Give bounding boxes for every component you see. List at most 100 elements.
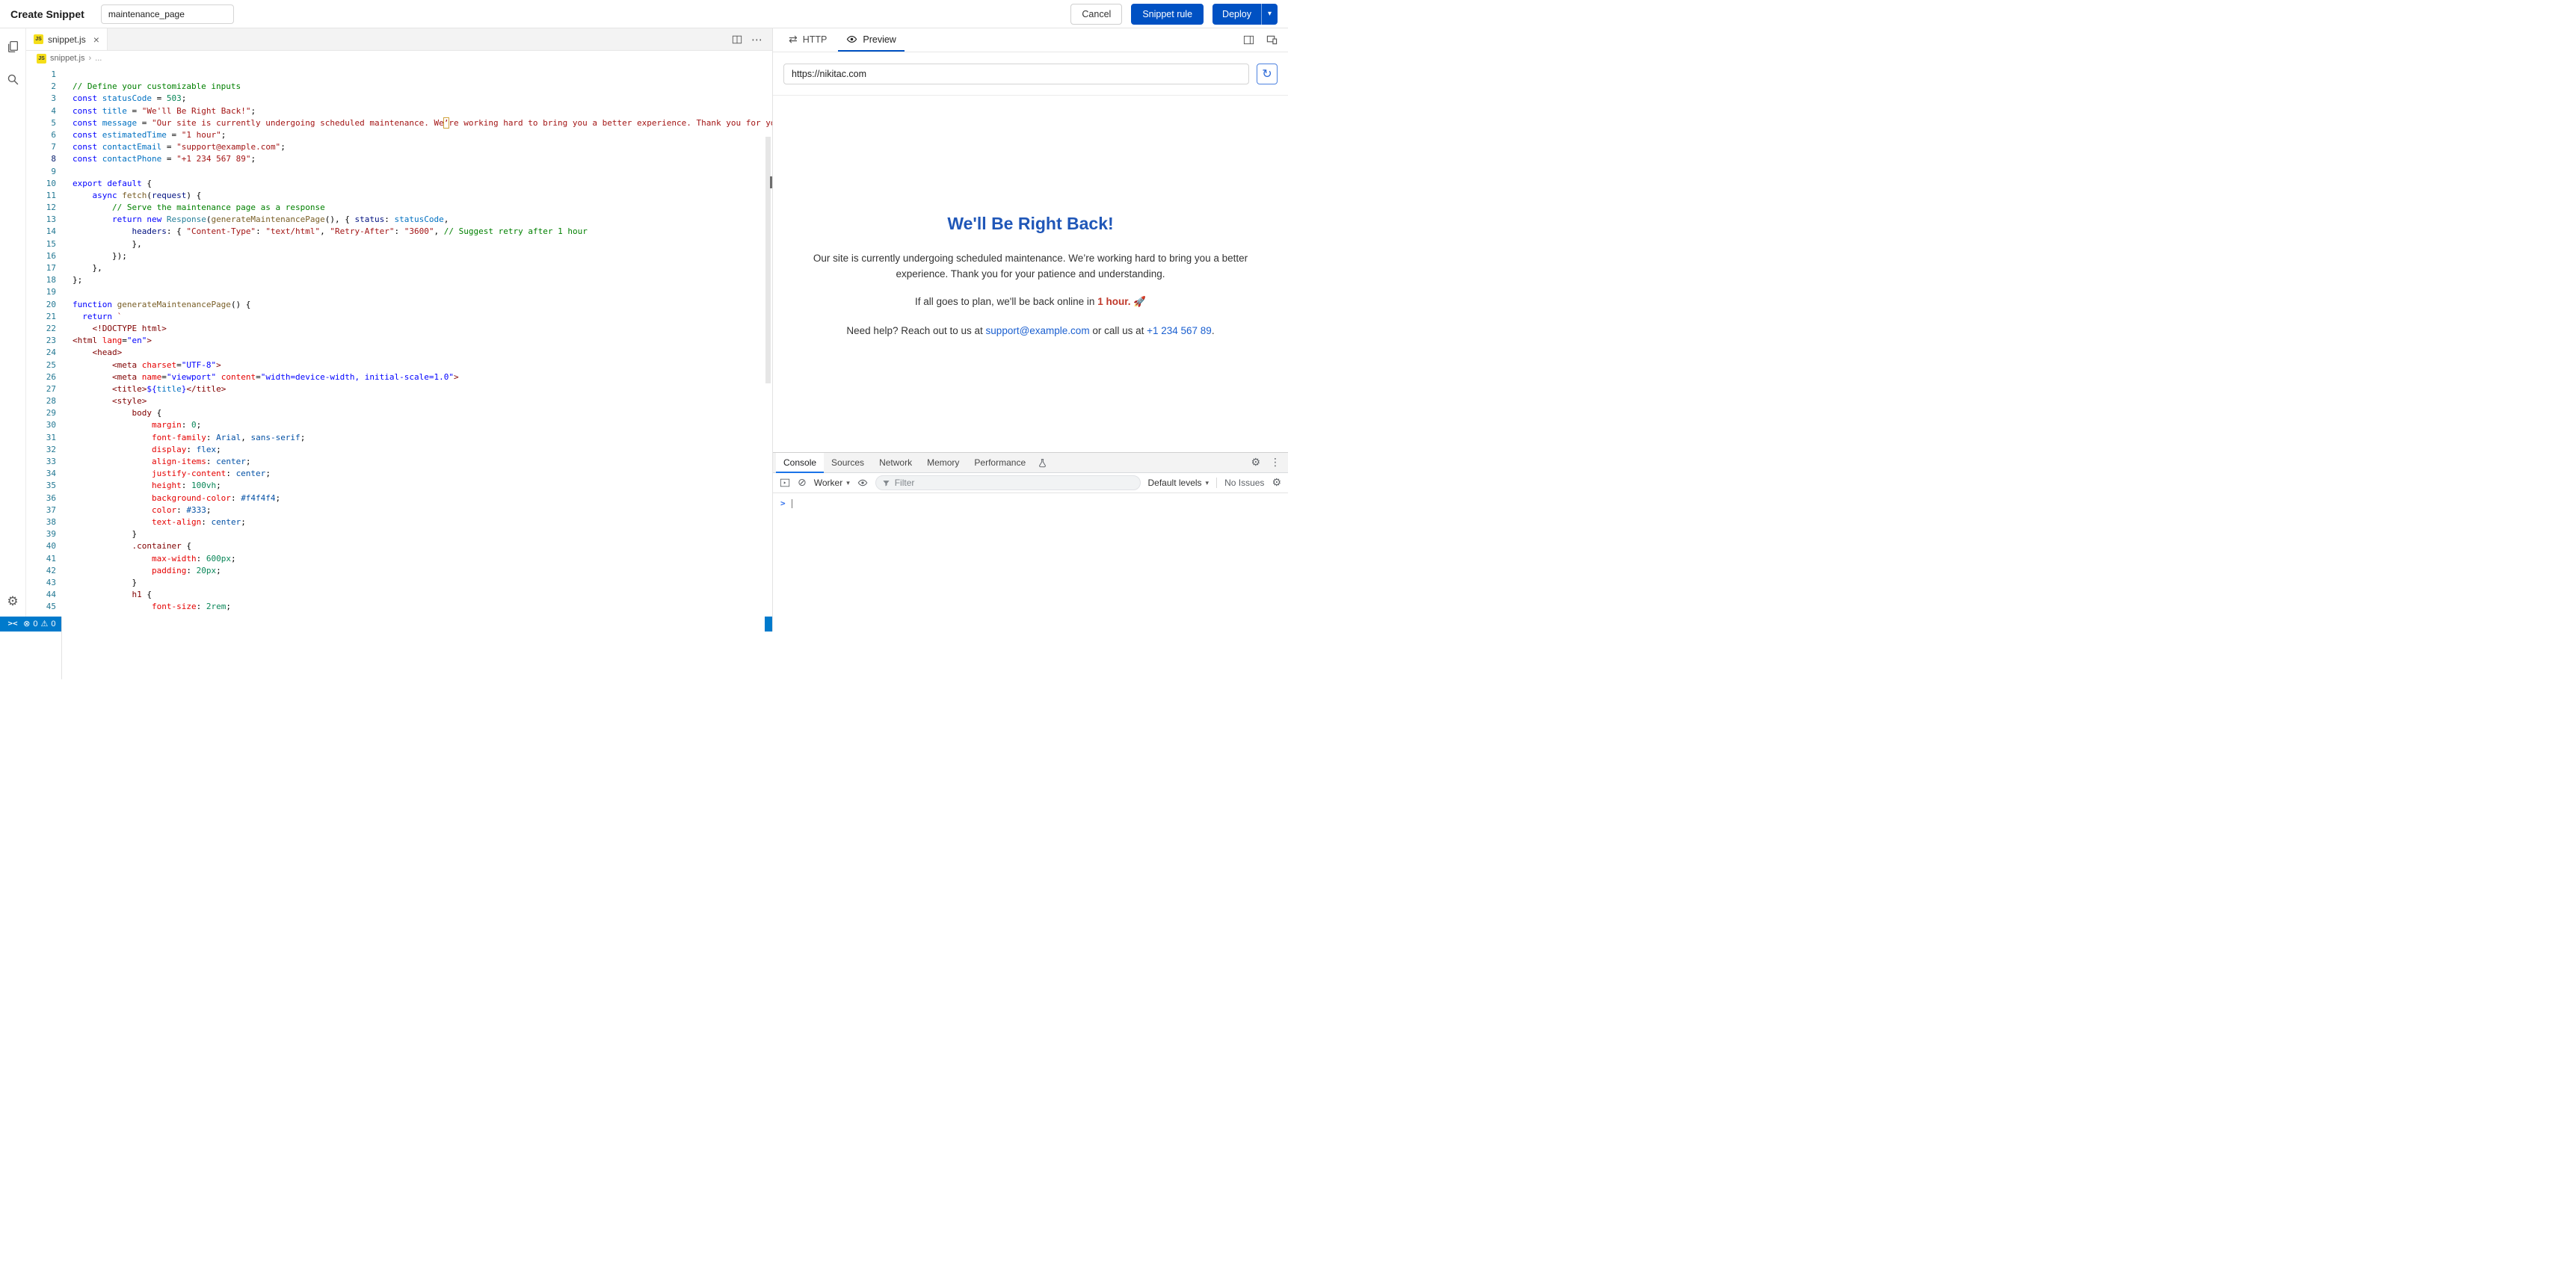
line-number[interactable]: 3 bbox=[26, 93, 56, 105]
code-line[interactable]: 36 background-color: #f4f4f4; bbox=[26, 492, 772, 504]
code-line[interactable]: 43 } bbox=[26, 577, 772, 589]
code-line[interactable]: 11 async fetch(request) { bbox=[26, 190, 772, 202]
line-number[interactable]: 45 bbox=[26, 601, 56, 613]
more-actions-icon[interactable]: ⋯ bbox=[751, 33, 763, 46]
code-line[interactable]: 14 headers: { "Content-Type": "text/html… bbox=[26, 226, 772, 238]
log-levels-dropdown[interactable]: Default levels ▾ bbox=[1148, 478, 1210, 488]
line-number[interactable]: 12 bbox=[26, 202, 56, 214]
line-number[interactable]: 41 bbox=[26, 553, 56, 565]
line-number[interactable]: 33 bbox=[26, 456, 56, 468]
code-line[interactable]: 44 h1 { bbox=[26, 589, 772, 601]
url-input[interactable] bbox=[783, 64, 1249, 84]
devtools-settings-gear-icon[interactable]: ⚙ bbox=[1251, 457, 1260, 469]
code-line[interactable]: 8const contactPhone = "+1 234 567 89"; bbox=[26, 153, 772, 165]
code-line[interactable]: 3const statusCode = 503; bbox=[26, 93, 772, 105]
code-line[interactable]: 12 // Serve the maintenance page as a re… bbox=[26, 202, 772, 214]
code-line[interactable]: 10export default { bbox=[26, 178, 772, 190]
code-line[interactable]: 2// Define your customizable inputs bbox=[26, 81, 772, 93]
code-line[interactable]: 37 color: #333; bbox=[26, 504, 772, 516]
code-editor[interactable]: 12// Define your customizable inputs3con… bbox=[26, 66, 772, 617]
line-number[interactable]: 15 bbox=[26, 238, 56, 250]
line-number[interactable]: 27 bbox=[26, 383, 56, 395]
line-number[interactable]: 34 bbox=[26, 468, 56, 480]
code-line[interactable]: 15 }, bbox=[26, 238, 772, 250]
code-line[interactable]: 34 justify-content: center; bbox=[26, 468, 772, 480]
context-selector[interactable]: Worker ▾ bbox=[814, 478, 850, 488]
line-number[interactable]: 20 bbox=[26, 299, 56, 311]
search-icon[interactable] bbox=[5, 72, 20, 87]
line-number[interactable]: 24 bbox=[26, 347, 56, 359]
editor-scrollbar[interactable] bbox=[765, 137, 771, 383]
console-prompt-row[interactable]: > bbox=[773, 497, 1288, 510]
code-line[interactable]: 20function generateMaintenancePage() { bbox=[26, 299, 772, 311]
code-line[interactable]: 40 .container { bbox=[26, 540, 772, 552]
settings-gear-icon[interactable]: ⚙ bbox=[5, 594, 20, 609]
line-number[interactable]: 43 bbox=[26, 577, 56, 589]
code-line[interactable]: 41 max-width: 600px; bbox=[26, 553, 772, 565]
code-line[interactable]: 31 font-family: Arial, sans-serif; bbox=[26, 432, 772, 444]
devtools-tab-sources[interactable]: Sources bbox=[824, 453, 872, 473]
code-line[interactable]: 4const title = "We'll Be Right Back!"; bbox=[26, 105, 772, 117]
code-line[interactable]: 1 bbox=[26, 69, 772, 81]
clear-console-icon[interactable]: ⊘ bbox=[798, 477, 807, 489]
line-number[interactable]: 14 bbox=[26, 226, 56, 238]
code-line[interactable]: 5const message = "Our site is currently … bbox=[26, 117, 772, 129]
line-number[interactable]: 38 bbox=[26, 516, 56, 528]
line-number[interactable]: 19 bbox=[26, 286, 56, 298]
kebab-menu-icon[interactable]: ⋮ bbox=[1270, 457, 1281, 469]
snippet-rule-button[interactable]: Snippet rule bbox=[1131, 4, 1204, 25]
eol-indicator[interactable]: LF bbox=[409, 629, 419, 638]
devtools-tab-memory[interactable]: Memory bbox=[919, 453, 967, 473]
code-line[interactable]: 26 <meta name="viewport" content="width=… bbox=[26, 371, 772, 383]
line-number[interactable]: 37 bbox=[26, 504, 56, 516]
problems-indicator[interactable]: ⊗ 0 ⚠ 0 bbox=[23, 620, 55, 629]
line-number[interactable]: 23 bbox=[26, 335, 56, 347]
code-line[interactable]: 33 align-items: center; bbox=[26, 456, 772, 468]
tab-snippet-js[interactable]: JS snippet.js × bbox=[26, 28, 108, 50]
line-number[interactable]: 22 bbox=[26, 323, 56, 335]
line-number[interactable]: 6 bbox=[26, 129, 56, 141]
code-line[interactable]: 24 <head> bbox=[26, 347, 772, 359]
line-number[interactable]: 31 bbox=[26, 432, 56, 444]
deploy-dropdown-button[interactable]: ▾ bbox=[1261, 4, 1278, 25]
remote-icon[interactable]: >< bbox=[7, 620, 17, 628]
language-mode[interactable]: {} JavaScript bbox=[390, 649, 437, 658]
code-line[interactable]: 29 body { bbox=[26, 407, 772, 419]
layout-columns-icon[interactable] bbox=[1243, 34, 1254, 46]
line-number[interactable]: 9 bbox=[26, 166, 56, 178]
code-line[interactable]: 32 display: flex; bbox=[26, 444, 772, 456]
code-line[interactable]: 42 padding: 20px; bbox=[26, 565, 772, 577]
cancel-button[interactable]: Cancel bbox=[1070, 4, 1122, 25]
line-number[interactable]: 8 bbox=[26, 153, 56, 165]
line-number[interactable]: 5 bbox=[26, 117, 56, 129]
line-number[interactable]: 18 bbox=[26, 274, 56, 286]
line-number[interactable]: 44 bbox=[26, 589, 56, 601]
breadcrumb[interactable]: JS snippet.js › ... bbox=[26, 51, 772, 66]
console-sidebar-icon[interactable] bbox=[780, 478, 790, 488]
line-number[interactable]: 30 bbox=[26, 419, 56, 431]
tab-http[interactable]: ⇄ HTTP bbox=[780, 28, 835, 52]
code-line[interactable]: 9 bbox=[26, 166, 772, 178]
line-number[interactable]: 4 bbox=[26, 105, 56, 117]
line-number[interactable]: 32 bbox=[26, 444, 56, 456]
line-number[interactable]: 21 bbox=[26, 311, 56, 323]
notifications-bell-icon[interactable] bbox=[409, 670, 419, 679]
line-number[interactable]: 40 bbox=[26, 540, 56, 552]
code-line[interactable]: 21 return ` bbox=[26, 311, 772, 323]
line-number[interactable]: 11 bbox=[26, 190, 56, 202]
line-number[interactable]: 17 bbox=[26, 262, 56, 274]
code-line[interactable]: 6const estimatedTime = "1 hour"; bbox=[26, 129, 772, 141]
code-line[interactable]: 23<html lang="en"> bbox=[26, 335, 772, 347]
line-number[interactable]: 28 bbox=[26, 395, 56, 407]
flask-icon[interactable] bbox=[1033, 453, 1052, 472]
email-link[interactable]: support@example.com bbox=[986, 325, 1090, 336]
devtools-tab-console[interactable]: Console bbox=[776, 453, 824, 473]
refresh-button[interactable]: ↻ bbox=[1257, 64, 1278, 84]
code-line[interactable]: 30 margin: 0; bbox=[26, 419, 772, 431]
code-line[interactable]: 16 }); bbox=[26, 250, 772, 262]
code-line[interactable]: 25 <meta charset="UTF-8"> bbox=[26, 359, 772, 371]
device-toolbar-icon[interactable] bbox=[1266, 34, 1278, 46]
live-expression-eye-icon[interactable] bbox=[857, 478, 868, 488]
line-number[interactable]: 10 bbox=[26, 178, 56, 190]
line-number[interactable]: 26 bbox=[26, 371, 56, 383]
